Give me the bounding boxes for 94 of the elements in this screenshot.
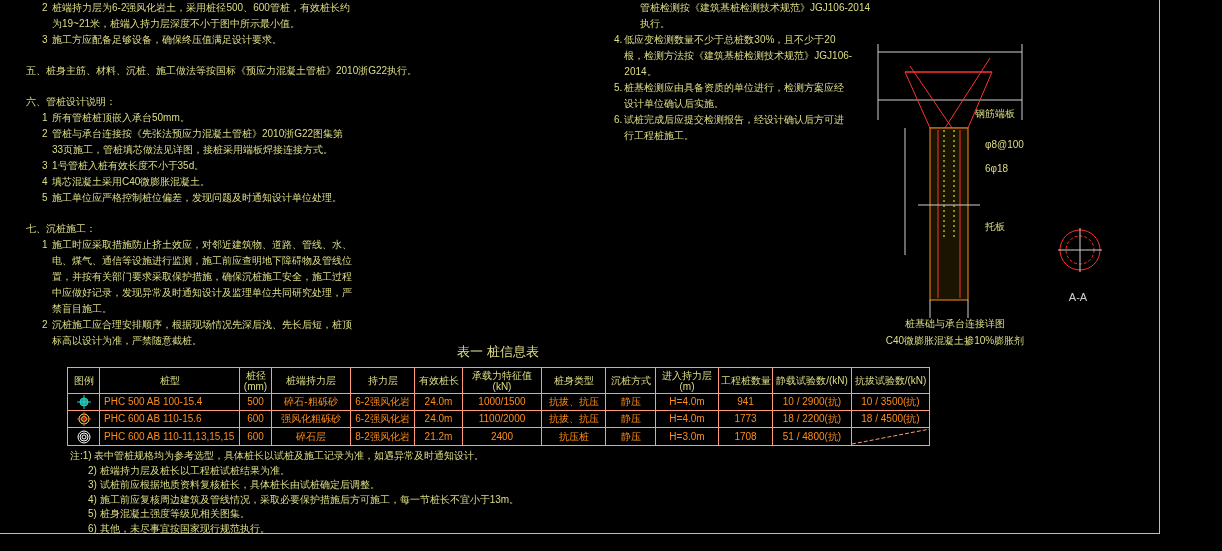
table-cell: 600 xyxy=(239,427,272,446)
note-text: 施工方应配备足够设备，确保终压值满足设计要求。 xyxy=(52,33,283,47)
note-text: 沉桩施工应合理安排顺序，根据现场情况先深后浅、先长后短，桩顶标高以设计为准，严禁随意截桩。 xyxy=(52,318,352,348)
column-header: 沉桩方式 xyxy=(605,367,656,394)
crosshair-target-icon xyxy=(76,395,91,409)
item-number: 2 xyxy=(42,127,49,141)
table-cell: PHC 500 AB 100-15.4 xyxy=(99,393,240,411)
column-header: 工程桩数量 xyxy=(718,367,773,394)
note-text: 3) 试桩前应根据地质资料复核桩长，具体桩长由试桩确定后调整。 xyxy=(87,478,381,492)
item-number: 5 xyxy=(42,191,49,205)
note-text: 2) 桩端持力层及桩长以工程桩试桩结果为准。 xyxy=(87,463,291,478)
note-text: 4) 施工前应复核周边建筑及管线情况，采取必要保护措施后方可施工，每一节桩长不宜小于13m。 xyxy=(87,492,521,507)
leader-label: 6φ18 xyxy=(985,163,1009,174)
table-cell: 静压 xyxy=(605,393,656,411)
table-cell: 10 / 3500(抗) xyxy=(851,393,930,411)
table-cell: 碎石-粗砾砂 xyxy=(271,393,351,411)
item-number: 2 xyxy=(42,318,49,332)
note-text: 管桩检测按《建筑基桩检测技术规范》JGJ106-2014执行。 xyxy=(639,1,872,31)
table-cell: H=4.0m xyxy=(655,393,719,411)
table-cell: 6-2强风化岩 xyxy=(350,393,415,411)
table-cell: 6-2强风化岩 xyxy=(350,410,415,428)
table-cell: 18 / 4500(抗) xyxy=(851,410,930,428)
note-text: 施工时应采取措施防止挤土效应，对邻近建筑物、道路、管线、水、电、煤气、通信等设施进行监测，施工前应查明地下障碍物及管线位置，并按有关部门要求采取保护措施，确保沉桩施工安全，施工过程中应做好记录，发现异常及时通知设计及监理单位共同研究处理，严禁盲目施工。 xyxy=(52,238,352,316)
note-text: 1号管桩入桩有效长度不小于35d。 xyxy=(52,159,206,173)
item-number: 4. xyxy=(614,33,623,47)
note-text: 6) 其他，未尽事宜按国家现行规范执行。 xyxy=(87,521,271,536)
table-cell: 1708 xyxy=(718,427,773,446)
note-text: 试桩完成后应提交检测报告，经设计确认后方可进行工程桩施工。 xyxy=(624,113,846,143)
leader-label: φ8@100 xyxy=(985,139,1024,150)
note-text: 施工单位应严格控制桩位偏差，发现问题及时通知设计单位处理。 xyxy=(52,191,343,205)
column-header: 图例 xyxy=(67,367,100,394)
column-header: 桩端持力层 xyxy=(271,367,351,394)
table-cell: 抗拔、抗压 xyxy=(541,393,606,411)
item-number: 1 xyxy=(42,238,49,252)
pile-cross-section-drawing xyxy=(1057,227,1103,273)
note-text: 注:1) 表中管桩规格均为参考选型，具体桩长以试桩及施工记录为准，如遇异常及时通知设计。 xyxy=(69,449,486,463)
table-title: 表一 桩信息表 xyxy=(457,343,539,362)
leader-label: 托板 xyxy=(985,221,1005,232)
table-cell: 18 / 2200(抗) xyxy=(772,410,852,428)
table-cell: PHC 600 AB 110-15.6 xyxy=(99,410,240,428)
column-header: 抗拔试验数/(kN) xyxy=(851,367,930,394)
table-cell: 强风化粗砾砂 xyxy=(271,410,351,428)
table-cell: 600 xyxy=(239,410,272,428)
section-heading: 六、管桩设计说明： xyxy=(26,95,117,109)
column-header: 静载试验数/(kN) xyxy=(772,367,852,394)
note-text: 低应变检测数量不少于总桩数30%，且不少于20根，检测方法按《建筑基桩检测技术规范》JGJ106-2014。 xyxy=(624,33,854,79)
table-cell: 抗压桩 xyxy=(541,427,606,446)
table-cell: 51 / 4800(抗) xyxy=(772,427,852,446)
table-cell: 静压 xyxy=(605,410,656,428)
section-label: A-A xyxy=(1068,291,1088,303)
table-cell: 2400 xyxy=(462,427,542,446)
table-cell: 1000/1500 xyxy=(462,393,542,411)
note-text: 所有管桩桩顶嵌入承台50mm。 xyxy=(52,111,191,125)
column-header: 桩径(mm) xyxy=(239,367,272,394)
table-cell: 941 xyxy=(718,393,773,411)
leader-label: 钢筋端板 xyxy=(975,108,1015,119)
section-heading: 五、桩身主筋、材料、沉桩、施工做法等按国标《预应力混凝土管桩》2010浙G22执行。 xyxy=(26,64,419,78)
note-text: 管桩与承台连接按《先张法预应力混凝土管桩》2010浙G22图集第33页施工，管桩填芯做法见详图，接桩采用端板焊接连接方式。 xyxy=(52,127,345,157)
crosshair-target-icon xyxy=(76,412,91,426)
column-header: 桩型 xyxy=(99,367,240,394)
table-cell: 10 / 2900(抗) xyxy=(772,393,852,411)
note-text: 桩端持力层为6-2强风化岩土，采用桩径500、600管桩，有效桩长约为19~21米，桩端入持力层深度不小于图中所示最小值。 xyxy=(52,1,351,31)
column-header: 进入持力层(m) xyxy=(655,367,719,394)
table-cell: 21.2m xyxy=(414,427,463,446)
item-number: 3 xyxy=(42,33,49,47)
section-heading: 七、沉桩施工： xyxy=(26,222,97,236)
table-cell: 碎石层 xyxy=(271,427,351,446)
table-cell: H=4.0m xyxy=(655,410,719,428)
table-cell: 1773 xyxy=(718,410,773,428)
table-cell: 1100/2000 xyxy=(462,410,542,428)
table-cell: H=3.0m xyxy=(655,427,719,446)
table-cell: 静压 xyxy=(605,427,656,446)
detail-subtitle: C40微膨胀混凝土掺10%膨胀剂 xyxy=(885,335,1025,346)
item-number: 3 xyxy=(42,159,49,173)
note-text: 桩基检测应由具备资质的单位进行，检测方案应经设计单位确认后实施。 xyxy=(624,81,846,111)
table-cell: 500 xyxy=(239,393,272,411)
note-text: 填芯混凝土采用C40微膨胀混凝土。 xyxy=(52,175,212,189)
note-text: 5) 桩身混凝土强度等级见相关图集。 xyxy=(87,507,251,521)
item-number: 6. xyxy=(614,113,623,127)
table-cell: 8-2强风化岩 xyxy=(350,427,415,446)
table-cell: PHC 600 AB 110-11,13,15,15 xyxy=(99,427,240,446)
detail-title: 桩基础与承台连接详图 xyxy=(905,318,1005,329)
table-cell: 24.0m xyxy=(414,410,463,428)
column-header: 持力层 xyxy=(350,367,415,394)
table-cell: 抗拔、抗压 xyxy=(541,410,606,428)
table-cell: 24.0m xyxy=(414,393,463,411)
item-number: 4 xyxy=(42,175,49,189)
column-header: 桩身类型 xyxy=(541,367,606,394)
item-number: 5. xyxy=(614,81,623,95)
item-number: 1 xyxy=(42,111,49,125)
concentric-rings-icon xyxy=(76,429,91,444)
column-header: 有效桩长 xyxy=(414,367,463,394)
item-number: 2 xyxy=(42,1,49,15)
column-header: 承载力特征值(kN) xyxy=(462,367,542,394)
